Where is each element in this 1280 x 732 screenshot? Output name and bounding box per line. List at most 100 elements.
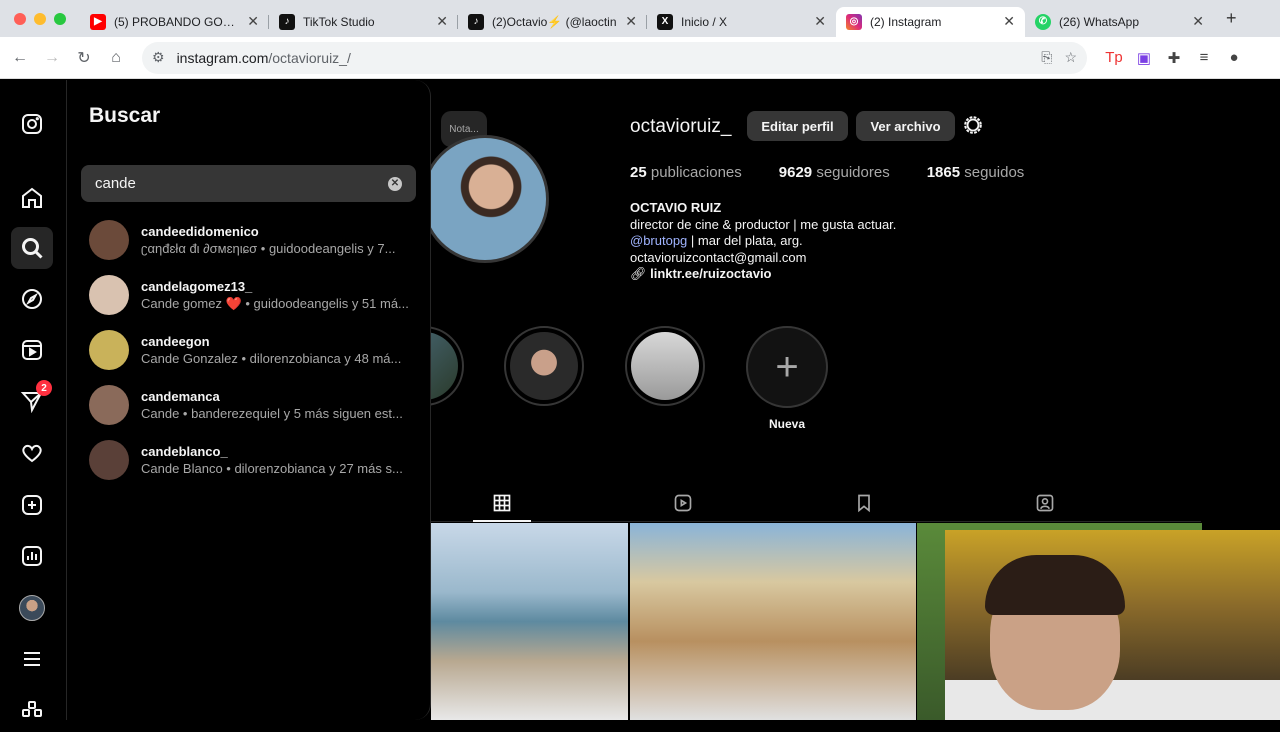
tiktok-icon: ♪ bbox=[468, 13, 484, 30]
create-plus-icon[interactable] bbox=[11, 484, 53, 526]
close-tab-icon[interactable]: ✕ bbox=[814, 13, 826, 30]
posts-count: 25 bbox=[630, 164, 647, 181]
close-tab-icon[interactable]: ✕ bbox=[1003, 13, 1015, 30]
link-icon: 🔗︎ bbox=[630, 266, 651, 281]
search-panel-title: Buscar bbox=[89, 104, 161, 127]
profile-stats: 25 publicaciones 9629 seguidores 1865 se… bbox=[630, 164, 1024, 181]
result-username: candemanca bbox=[141, 389, 220, 404]
browser-tab-youtube[interactable]: ▶ (5) PROBANDO GOLOS ✕ bbox=[80, 7, 269, 37]
post-thumbnail[interactable] bbox=[431, 523, 628, 720]
search-result[interactable]: candelagomez13_ Cande gomez ❤️ • guidood… bbox=[89, 270, 419, 320]
dashboard-chart-icon[interactable] bbox=[11, 535, 53, 577]
result-username: candelagomez13_ bbox=[141, 278, 253, 294]
search-field[interactable]: ✕ bbox=[81, 165, 416, 202]
reels-icon[interactable] bbox=[11, 329, 53, 371]
browser-tab-whatsapp[interactable]: ✆ (26) WhatsApp ✕ bbox=[1025, 7, 1214, 37]
browser-tab-tiktok-studio[interactable]: ♪ TikTok Studio ✕ bbox=[269, 7, 458, 37]
profile-avatar-icon[interactable]: ● bbox=[1219, 49, 1249, 66]
bookmark-star-icon[interactable]: ☆ bbox=[1064, 49, 1077, 66]
window-controls bbox=[14, 12, 66, 25]
followers-label: seguidores bbox=[816, 164, 890, 181]
instagram-logo-icon[interactable] bbox=[11, 103, 53, 145]
search-icon[interactable] bbox=[11, 227, 53, 269]
extension-tp-icon[interactable]: Tp bbox=[1099, 49, 1129, 66]
profile-username: octavioruiz_ bbox=[630, 116, 732, 137]
tab-posts-grid-icon[interactable] bbox=[482, 488, 522, 518]
edit-profile-button[interactable]: Editar perfil bbox=[747, 111, 848, 141]
search-result[interactable]: candemanca Cande • banderezequiel y 5 má… bbox=[89, 380, 419, 430]
close-tab-icon[interactable]: ✕ bbox=[436, 13, 448, 30]
following-label: seguidos bbox=[964, 164, 1025, 181]
browser-tab-instagram[interactable]: ◎ (2) Instagram ✕ bbox=[836, 6, 1025, 37]
tab-saved-bookmark-icon[interactable] bbox=[844, 488, 884, 518]
minimize-window-button[interactable] bbox=[34, 12, 46, 25]
reading-list-icon[interactable]: ≡ bbox=[1189, 49, 1219, 66]
story-highlight[interactable] bbox=[504, 326, 584, 406]
search-result[interactable]: candeedidomenico ʗαηđɛłα đι ∂σмɛηιɕσ • g… bbox=[89, 215, 419, 265]
bio-mention-link[interactable]: @brutopg bbox=[630, 233, 687, 248]
search-result[interactable]: candeegon Cande Gonzalez • dilorenzobian… bbox=[89, 325, 419, 375]
back-arrow-icon[interactable]: ← bbox=[4, 49, 36, 67]
site-info-icon[interactable]: ⚙ bbox=[152, 49, 165, 66]
install-app-icon[interactable]: ⎘ bbox=[1041, 49, 1052, 66]
bio-external-link[interactable]: linktr.ee/ruizoctavio bbox=[650, 266, 771, 281]
result-username: candeedidomenico bbox=[141, 224, 259, 239]
explore-compass-icon[interactable] bbox=[11, 278, 53, 320]
nav-rail: 2 bbox=[0, 80, 67, 720]
post-thumbnail[interactable] bbox=[630, 523, 916, 720]
new-tab-button[interactable]: + bbox=[1226, 8, 1237, 29]
reload-icon[interactable]: ↻ bbox=[68, 48, 100, 68]
result-subtitle: Cande gomez ❤️ • guidoodeangelis y 51 má… bbox=[141, 295, 409, 311]
instagram-page: 2 Nota... octavioruiz_ Editar perfil Ver… bbox=[0, 80, 1280, 720]
tab-title: (2)Octavio⚡ (@laoctin bbox=[492, 14, 617, 29]
tab-title: Inicio / X bbox=[681, 14, 728, 29]
tab-title: TikTok Studio bbox=[303, 14, 375, 29]
search-result[interactable]: candeblanco_ Cande Blanco • dilorenzobia… bbox=[89, 435, 419, 485]
profile-picture[interactable] bbox=[421, 135, 549, 263]
new-highlight-plus-icon[interactable]: + bbox=[746, 326, 828, 408]
search-input[interactable] bbox=[95, 175, 388, 192]
active-tab-indicator bbox=[473, 520, 531, 522]
profile-avatar-icon[interactable] bbox=[11, 587, 53, 629]
browser-tab-tiktok-profile[interactable]: ♪ (2)Octavio⚡ (@laoctin ✕ bbox=[458, 7, 647, 37]
forward-arrow-icon[interactable]: → bbox=[36, 49, 68, 67]
clear-search-icon[interactable]: ✕ bbox=[388, 176, 402, 191]
instagram-icon: ◎ bbox=[846, 13, 862, 30]
notifications-heart-icon[interactable] bbox=[11, 432, 53, 474]
bio-name: OCTAVIO RUIZ bbox=[630, 200, 722, 215]
browser-tab-x[interactable]: X Inicio / X ✕ bbox=[647, 7, 836, 37]
browser-toolbar: ← → ↻ ⌂ ⚙ instagram.com/octavioruiz_/ ⎘ … bbox=[0, 37, 1280, 79]
address-bar[interactable]: ⚙ instagram.com/octavioruiz_/ ⎘ ☆ bbox=[142, 41, 1087, 74]
result-avatar bbox=[89, 220, 129, 260]
followers-stat[interactable]: 9629 seguidores bbox=[779, 164, 890, 181]
result-avatar bbox=[89, 330, 129, 370]
tab-title: (5) PROBANDO GOLOS bbox=[114, 14, 240, 29]
home-icon[interactable]: ⌂ bbox=[100, 49, 132, 67]
close-tab-icon[interactable]: ✕ bbox=[247, 13, 259, 30]
tab-reels-icon[interactable] bbox=[663, 488, 703, 518]
extensions-puzzle-icon[interactable]: ✚ bbox=[1159, 49, 1189, 67]
more-menu-icon[interactable] bbox=[11, 638, 53, 680]
bio-line: director de cine & productor | me gusta … bbox=[630, 216, 897, 232]
youtube-icon: ▶ bbox=[90, 13, 106, 30]
story-highlight[interactable] bbox=[625, 326, 705, 406]
tiktok-icon: ♪ bbox=[279, 13, 295, 30]
result-subtitle: ʗαηđɛłα đι ∂σмɛηιɕσ • guidoodeangelis y … bbox=[141, 241, 396, 256]
home-icon[interactable] bbox=[11, 177, 53, 219]
close-tab-icon[interactable]: ✕ bbox=[625, 13, 637, 30]
settings-gear-icon[interactable] bbox=[962, 114, 984, 136]
messages-icon[interactable]: 2 bbox=[11, 380, 53, 422]
search-panel: Buscar ✕ candeedidomenico ʗαηđɛłα đι ∂σм… bbox=[67, 80, 431, 720]
view-archive-button[interactable]: Ver archivo bbox=[856, 111, 955, 141]
following-stat[interactable]: 1865 seguidos bbox=[927, 164, 1025, 181]
extension-purple-icon[interactable]: ▣ bbox=[1129, 49, 1159, 67]
also-from-meta-icon[interactable] bbox=[11, 690, 53, 732]
tab-tagged-icon[interactable] bbox=[1025, 488, 1065, 518]
posts-stat[interactable]: 25 publicaciones bbox=[630, 164, 742, 181]
close-tab-icon[interactable]: ✕ bbox=[1192, 13, 1204, 30]
close-window-button[interactable] bbox=[14, 12, 26, 25]
browser-tab-bar: ▶ (5) PROBANDO GOLOS ✕ ♪ TikTok Studio ✕… bbox=[0, 0, 1280, 37]
maximize-window-button[interactable] bbox=[54, 12, 66, 25]
result-username: candeblanco_ bbox=[141, 444, 228, 459]
webcam-overlay bbox=[945, 530, 1280, 720]
